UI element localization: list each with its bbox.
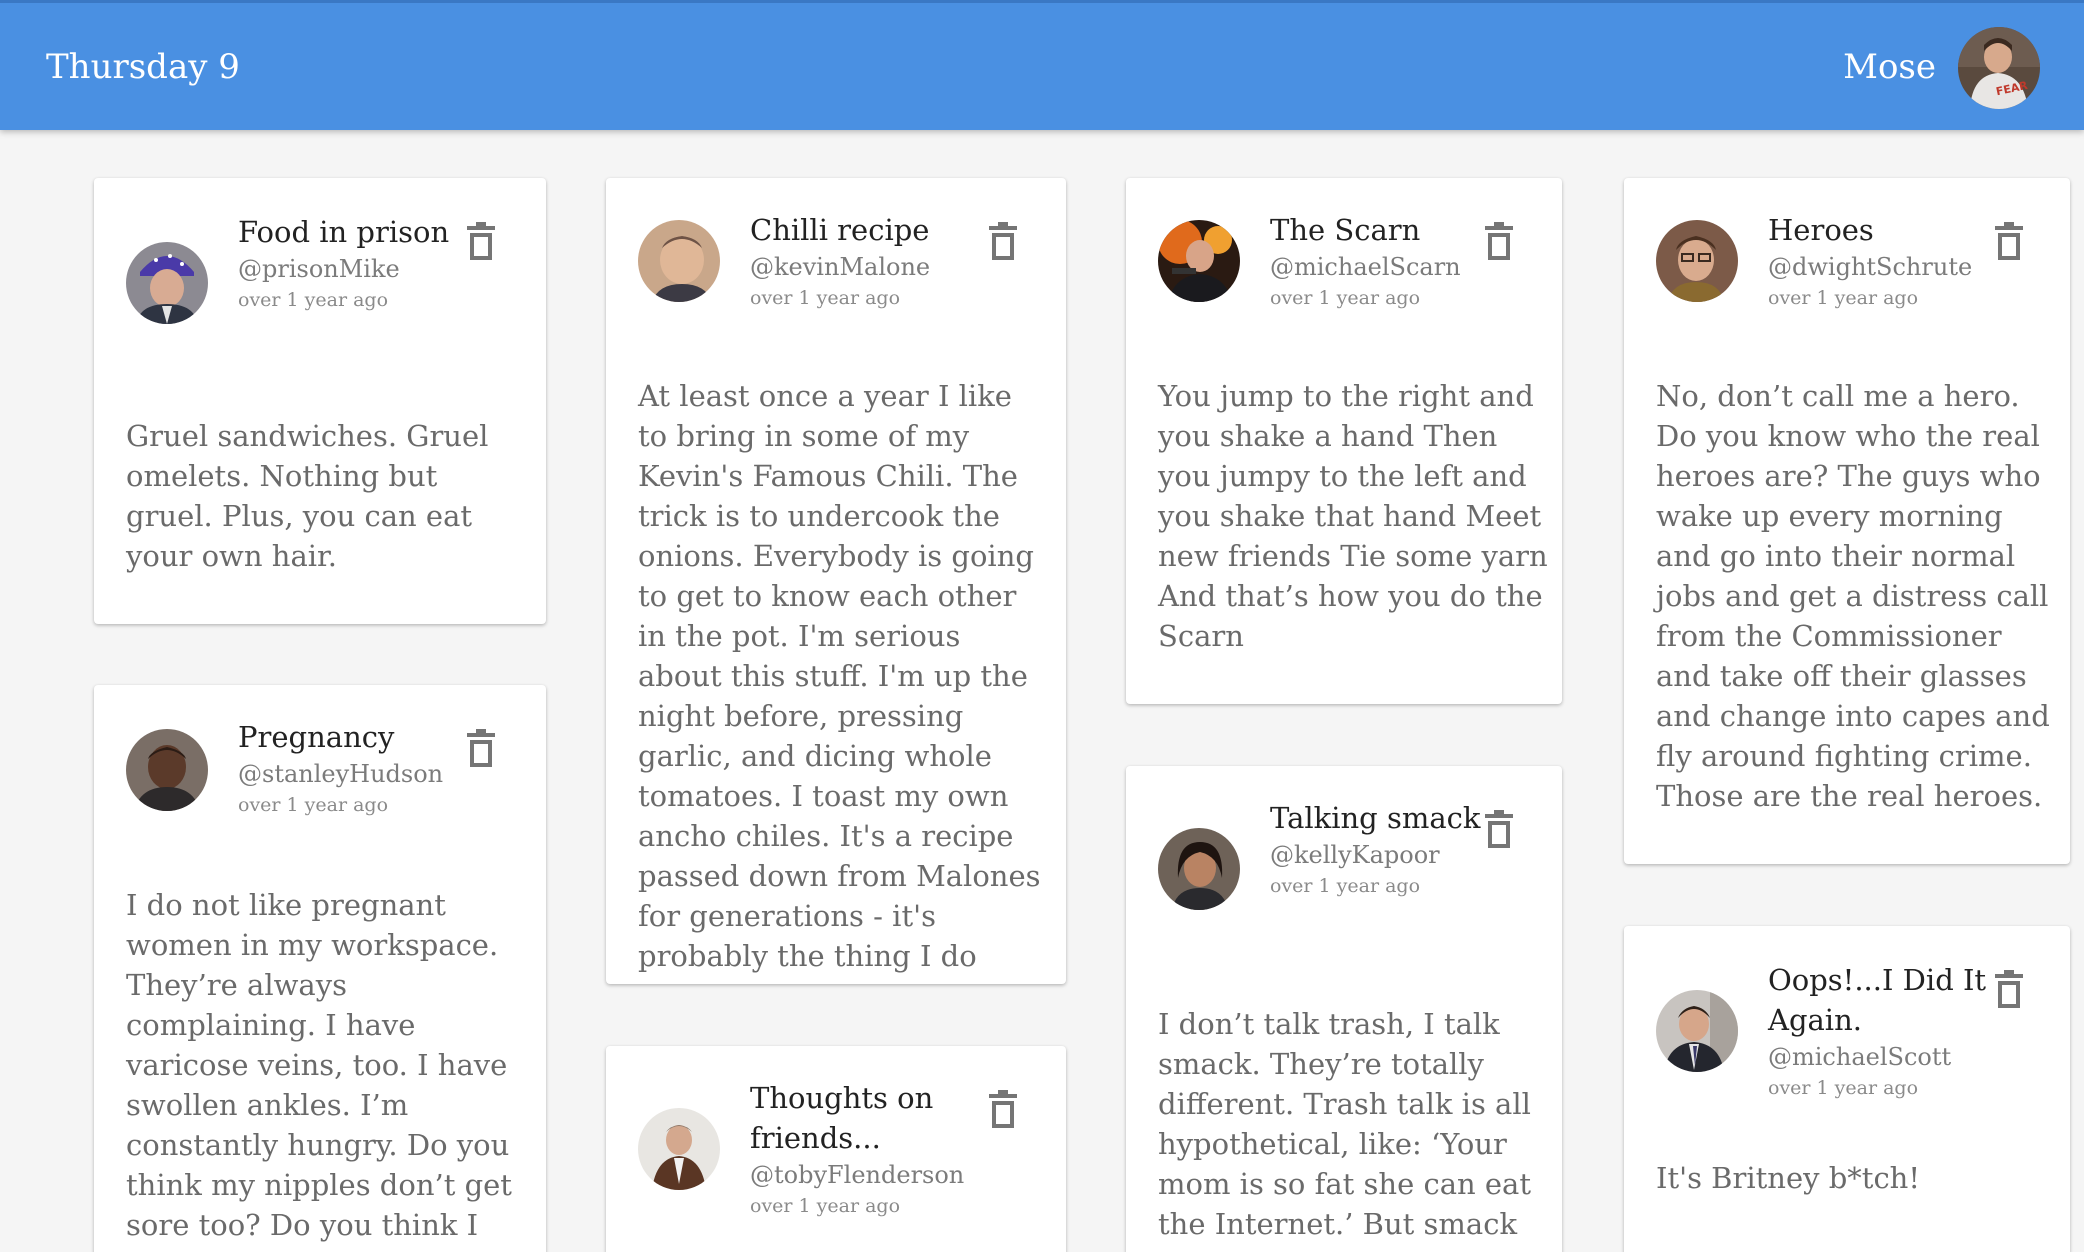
- post-card: Pregnancy @stanleyHudson over 1 year ago…: [94, 685, 546, 1252]
- post-body: I do not like pregnant women in my works…: [126, 888, 512, 1242]
- post-card: Thoughts on friends... @tobyFlenderson o…: [606, 1046, 1066, 1252]
- post-timestamp: over 1 year ago: [1270, 875, 1421, 897]
- post-author-handle[interactable]: @tobyFlenderson: [750, 1158, 990, 1192]
- post-author-handle[interactable]: @stanleyHudson: [238, 757, 478, 791]
- author-avatar: [1656, 220, 1738, 302]
- top-app-bar: Thursday 9 Mose FEAR: [0, 0, 2084, 130]
- author-avatar: [1158, 220, 1240, 302]
- post-card: Heroes @dwightSchrute over 1 year ago No…: [1624, 178, 2070, 864]
- post-timestamp: over 1 year ago: [1768, 287, 1919, 309]
- post-timestamp: over 1 year ago: [750, 287, 901, 309]
- post-title: Chilli recipe: [750, 213, 930, 247]
- post-body: I don’t talk trash, I talk smack. They’r…: [1158, 1007, 1531, 1241]
- author-avatar: [638, 1108, 720, 1190]
- post-timestamp: over 1 year ago: [238, 794, 389, 816]
- post-author-handle[interactable]: @prisonMike: [238, 252, 458, 286]
- post-card: Talking smack @kellyKapoor over 1 year a…: [1126, 766, 1562, 1252]
- author-avatar: [126, 242, 208, 324]
- post-body: No, don’t call me a hero. Do you know wh…: [1656, 379, 2050, 813]
- post-card: The Scarn @michaelScarn over 1 year ago …: [1126, 178, 1562, 704]
- trash-icon[interactable]: [1484, 810, 1514, 850]
- trash-icon[interactable]: [466, 222, 496, 262]
- author-avatar: [638, 220, 720, 302]
- post-title: Heroes: [1768, 213, 1874, 247]
- post-body: It's Britney b*tch!: [1656, 1161, 1921, 1195]
- post-title: Thoughts on friends...: [750, 1081, 934, 1155]
- trash-icon[interactable]: [988, 1090, 1018, 1130]
- user-name[interactable]: Mose: [1843, 47, 1936, 87]
- trash-icon[interactable]: [1994, 222, 2024, 262]
- post-title: Oops!...I Did It Again.: [1768, 963, 1987, 1037]
- author-avatar: [1158, 828, 1240, 910]
- post-card: Oops!...I Did It Again. @michaelScott ov…: [1624, 926, 2070, 1252]
- post-body: At least once a year I like to bring in …: [638, 379, 1041, 984]
- post-title: The Scarn: [1270, 213, 1421, 247]
- post-author-handle[interactable]: @kevinMalone: [750, 250, 990, 284]
- post-timestamp: over 1 year ago: [750, 1195, 901, 1217]
- post-author-handle[interactable]: @dwightSchrute: [1768, 250, 1998, 284]
- date-label: Thursday 9: [46, 47, 240, 87]
- post-title: Talking smack: [1270, 801, 1481, 835]
- post-timestamp: over 1 year ago: [1270, 287, 1421, 309]
- post-title: Pregnancy: [238, 720, 395, 754]
- trash-icon[interactable]: [1484, 222, 1514, 262]
- post-body: Gruel sandwiches. Gruel omelets. Nothing…: [126, 419, 489, 573]
- post-author-handle[interactable]: @kellyKapoor: [1270, 838, 1490, 872]
- trash-icon[interactable]: [466, 729, 496, 769]
- post-card: Food in prison @prisonMike over 1 year a…: [94, 178, 546, 624]
- post-timestamp: over 1 year ago: [238, 289, 389, 311]
- post-author-handle[interactable]: @michaelScarn: [1270, 250, 1490, 284]
- user-avatar[interactable]: FEAR: [1958, 27, 2040, 109]
- post-timestamp: over 1 year ago: [1768, 1077, 1919, 1099]
- author-avatar: [1656, 990, 1738, 1072]
- trash-icon[interactable]: [1994, 970, 2024, 1010]
- post-card: Chilli recipe @kevinMalone over 1 year a…: [606, 178, 1066, 984]
- post-author-handle[interactable]: @michaelScott: [1768, 1040, 1988, 1074]
- post-body: You jump to the right and you shake a ha…: [1158, 379, 1548, 653]
- trash-icon[interactable]: [988, 222, 1018, 262]
- post-title: Food in prison: [238, 215, 450, 249]
- author-avatar: [126, 729, 208, 811]
